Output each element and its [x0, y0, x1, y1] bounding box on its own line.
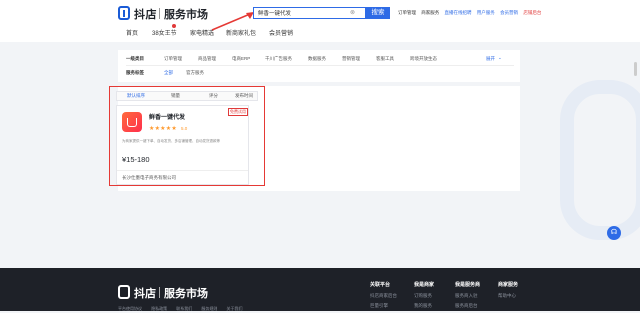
nav-member-marketing[interactable]: 会员营销: [269, 28, 293, 37]
footer-link[interactable]: 巨量引擎: [370, 303, 397, 309]
footer-bottom-link[interactable]: 关于我们: [227, 306, 243, 311]
top-link-merchant[interactable]: 商家服务: [421, 10, 439, 15]
chevron-down-icon[interactable]: ⌄: [498, 55, 502, 61]
footer-column: 关联平台 抖店商家后台 巨量引擎: [370, 281, 397, 313]
filter-category-label: 一级类目: [126, 56, 144, 61]
footer-column: 商家服务 帮助中心: [498, 281, 518, 303]
logo-divider: [159, 8, 160, 19]
footer-link[interactable]: 抖店商家后台: [370, 293, 397, 299]
filter-tag-label: 服务标签: [126, 70, 144, 75]
filter-divider: [126, 65, 514, 66]
search-input-value: 鲜香一键代发: [258, 11, 292, 17]
footer-logo-divider: [159, 287, 160, 298]
logo-text[interactable]: 抖店: [134, 6, 157, 22]
background-decoration: [560, 80, 640, 240]
footer-logo-text: 抖店: [134, 288, 156, 300]
filter-tag-official[interactable]: 官方服务: [186, 70, 204, 76]
highlight-box: [109, 86, 265, 186]
footer-link[interactable]: 服务商入驻: [455, 293, 480, 299]
filter-category-item[interactable]: 电商ERP: [232, 56, 250, 62]
nav-home[interactable]: 首页: [126, 28, 138, 37]
top-link-orders[interactable]: 订单管理: [398, 10, 416, 15]
headset-help-icon[interactable]: ☊: [607, 226, 621, 240]
nav-38-festival[interactable]: 38女王节: [152, 28, 177, 37]
search-button[interactable]: 搜索: [366, 7, 390, 19]
footer-column-title: 关联平台: [370, 282, 391, 288]
footer: [0, 268, 640, 311]
top-link-live-recruit[interactable]: 直播在线招聘: [445, 10, 472, 15]
nav-appliance[interactable]: 家电精选: [190, 28, 214, 37]
footer-link[interactable]: 服务商后台: [455, 303, 480, 309]
footer-column: 我是商家 订购服务 我的服务: [414, 281, 434, 313]
clear-icon[interactable]: ⊗: [350, 9, 355, 16]
footer-column-title: 我是商家: [414, 282, 435, 288]
nav-badge-dot: [172, 24, 176, 28]
footer-link[interactable]: 帮助中心: [498, 293, 518, 299]
footer-link[interactable]: 我的服务: [414, 303, 434, 309]
footer-bottom-link[interactable]: 平台使用协议: [118, 306, 142, 311]
scrollbar[interactable]: [634, 62, 637, 76]
footer-bottom-link[interactable]: 联系我们: [176, 306, 192, 311]
nav-new-merchant[interactable]: 新商家礼包: [226, 28, 256, 37]
footer-bottom-links: 平台使用协议 隐私政策 联系我们 服务规则 关于我们: [118, 306, 251, 312]
filter-tag-all[interactable]: 全部: [164, 70, 173, 76]
logo-subtitle[interactable]: 服务市场: [164, 6, 208, 22]
footer-column-title: 我是服务商: [455, 282, 481, 288]
filter-category-item[interactable]: 数据服务: [308, 56, 326, 62]
filter-category-item[interactable]: 商品管理: [198, 56, 216, 62]
footer-column-title: 商家服务: [498, 282, 519, 288]
footer-link[interactable]: 订购服务: [414, 293, 434, 299]
filter-category-item[interactable]: 营销管理: [342, 56, 360, 62]
footer-bottom-link[interactable]: 服务规则: [201, 306, 217, 311]
expand-button[interactable]: 展开: [486, 56, 495, 62]
filter-category-item[interactable]: 客服工具: [376, 56, 394, 62]
footer-logo-subtitle: 服务市场: [164, 288, 208, 300]
filter-category-item[interactable]: 千川广告服务: [265, 56, 292, 62]
filter-panel: 一级类目 订单管理 商品管理 电商ERP 千川广告服务 数据服务 营销管理 客服…: [118, 50, 520, 82]
footer-logo-icon: [118, 285, 130, 299]
main-nav: 首页 38女王节 家电精选 新商家礼包 会员营销: [126, 28, 526, 38]
top-links: 订单管理 商家服务 直播在线招聘 用户服务 会员营销 店铺后台: [398, 10, 545, 16]
top-link-user-service[interactable]: 用户服务: [477, 10, 495, 15]
top-link-store-backend[interactable]: 店铺后台: [523, 10, 541, 15]
filter-category-item[interactable]: 订单管理: [164, 56, 182, 62]
filter-category-item[interactable]: 跨境开放生态: [410, 56, 437, 62]
douyin-store-logo-icon[interactable]: [118, 6, 130, 20]
footer-bottom-link[interactable]: 隐私政策: [151, 306, 167, 311]
footer-column: 我是服务商 服务商入驻 服务商后台: [455, 281, 480, 313]
search-input[interactable]: 鲜香一键代发 ⊗: [253, 7, 366, 19]
top-link-member[interactable]: 会员营销: [500, 10, 518, 15]
